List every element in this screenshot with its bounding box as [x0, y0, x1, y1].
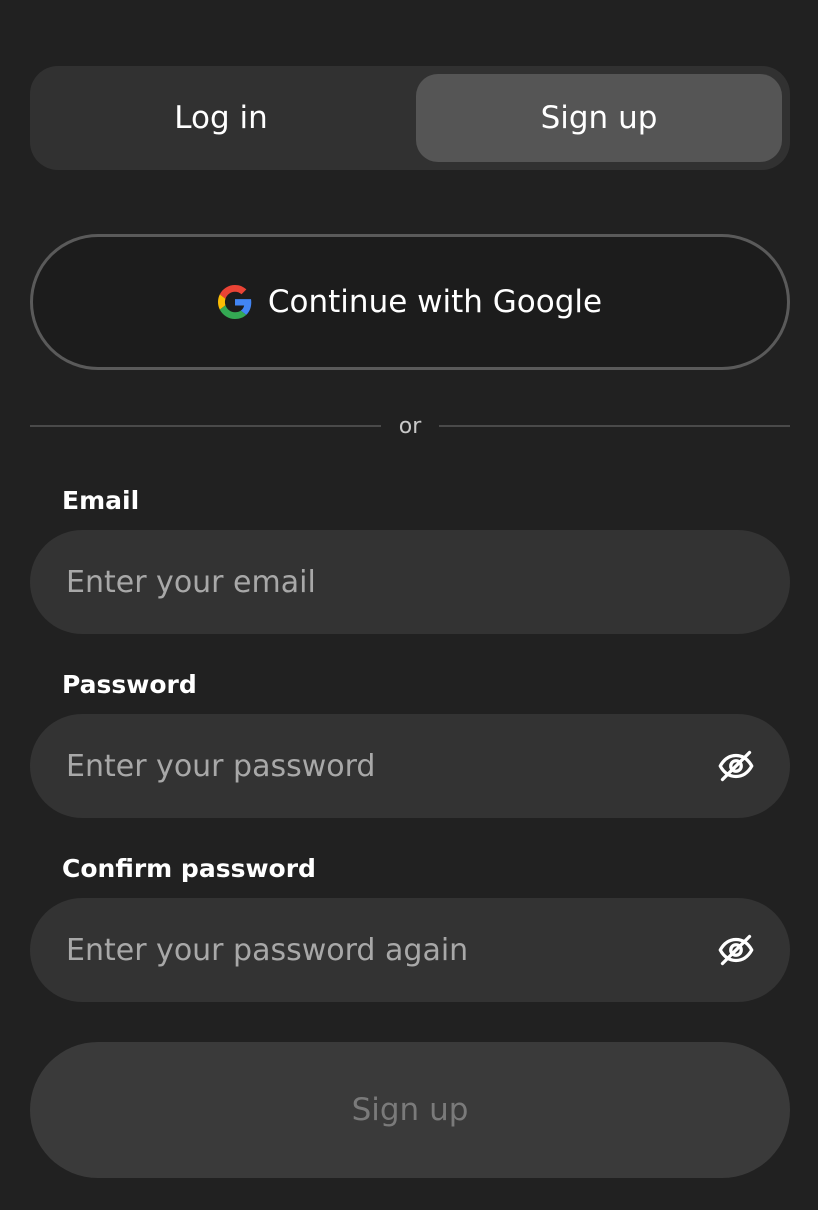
- auth-tabs: Log in Sign up: [30, 66, 790, 170]
- signup-page: Log in Sign up Continue with Google or E…: [0, 0, 818, 1210]
- divider-line-right: [439, 425, 791, 427]
- tab-signup[interactable]: Sign up: [416, 74, 782, 162]
- email-label: Email: [62, 486, 140, 515]
- email-field: [30, 530, 790, 634]
- password-field: [30, 714, 790, 818]
- confirm-password-label: Confirm password: [62, 854, 316, 883]
- signup-submit-button[interactable]: Sign up: [30, 1042, 790, 1178]
- or-divider: or: [30, 406, 791, 446]
- confirm-password-field: [30, 898, 790, 1002]
- eye-off-icon[interactable]: [718, 748, 754, 784]
- email-input[interactable]: [66, 530, 706, 634]
- divider-text: or: [398, 413, 422, 439]
- google-icon: [217, 285, 252, 319]
- confirm-password-input[interactable]: [66, 898, 706, 1002]
- continue-with-google-button[interactable]: Continue with Google: [30, 234, 790, 370]
- password-label: Password: [62, 670, 197, 699]
- password-input[interactable]: [66, 714, 706, 818]
- continue-with-google-label: Continue with Google: [267, 284, 603, 320]
- tab-login[interactable]: Log in: [38, 74, 404, 162]
- divider-line-left: [30, 425, 381, 427]
- eye-off-icon[interactable]: [718, 932, 754, 968]
